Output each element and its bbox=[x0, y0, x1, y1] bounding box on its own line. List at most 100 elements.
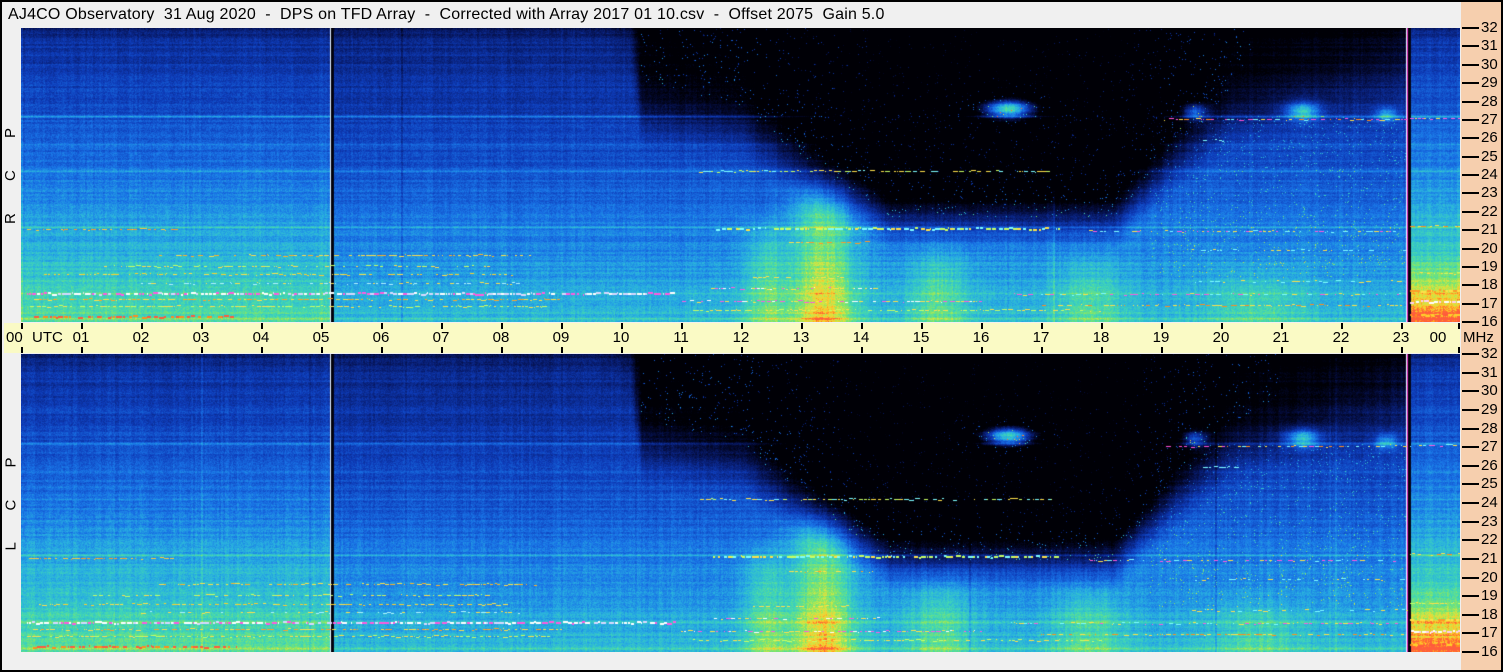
hour-tick bbox=[141, 347, 143, 353]
freq-tick-label: 19 bbox=[1481, 258, 1498, 275]
hour-tick bbox=[981, 347, 983, 353]
freq-tick bbox=[1462, 45, 1479, 47]
freq-tick bbox=[1462, 174, 1479, 176]
freq-tick-label: 21 bbox=[1481, 221, 1498, 238]
hour-label: 07 bbox=[432, 329, 450, 346]
freq-tick bbox=[1462, 192, 1479, 194]
hour-label: 23 bbox=[1392, 329, 1410, 346]
freq-tick bbox=[1462, 632, 1479, 634]
freq-tick bbox=[1462, 101, 1479, 103]
freq-tick bbox=[1462, 558, 1479, 560]
freq-tick-label: 19 bbox=[1481, 587, 1498, 604]
hour-tick bbox=[441, 347, 443, 353]
spectrogram-rcp bbox=[21, 28, 1460, 322]
freq-tick-label: 30 bbox=[1481, 382, 1498, 399]
freq-tick-label: 18 bbox=[1481, 606, 1498, 623]
hour-tick bbox=[861, 347, 863, 353]
freq-tick bbox=[1462, 614, 1479, 616]
panel-label-lcp: L C P bbox=[0, 354, 21, 652]
freq-tick-label: 22 bbox=[1481, 531, 1498, 548]
freq-tick bbox=[1462, 266, 1479, 268]
title-bar: AJ4CO Observatory 31 Aug 2020 - DPS on T… bbox=[2, 2, 1461, 27]
hour-tick bbox=[1341, 347, 1343, 353]
hour-label: 09 bbox=[552, 329, 570, 346]
hour-label: 15 bbox=[912, 329, 930, 346]
hour-label: 08 bbox=[492, 329, 510, 346]
hour-tick bbox=[1221, 347, 1223, 353]
freq-tick-label: 31 bbox=[1481, 37, 1498, 54]
freq-tick-label: 28 bbox=[1481, 93, 1498, 110]
mhz-unit-label: MHz bbox=[1463, 329, 1494, 346]
rcp-polarization-label: R C P bbox=[2, 126, 20, 224]
freq-tick-label: 29 bbox=[1481, 401, 1498, 418]
spectrogram-lcp bbox=[21, 354, 1460, 652]
freq-tick bbox=[1462, 651, 1479, 653]
freq-tick bbox=[1462, 372, 1479, 374]
freq-tick-label: 20 bbox=[1481, 240, 1498, 257]
freq-tick-label: 26 bbox=[1481, 457, 1498, 474]
hour-tick bbox=[321, 347, 323, 353]
freq-tick bbox=[1462, 483, 1479, 485]
hour-tick bbox=[561, 347, 563, 353]
freq-tick bbox=[1462, 82, 1479, 84]
hour-label: 00 bbox=[1429, 329, 1447, 346]
freq-tick-label: 17 bbox=[1481, 295, 1498, 312]
freq-tick bbox=[1462, 577, 1479, 579]
hour-tick bbox=[1401, 347, 1403, 353]
hour-tick bbox=[1458, 323, 1460, 329]
hour-label: 19 bbox=[1152, 329, 1170, 346]
utc-unit-label: UTC bbox=[32, 329, 63, 346]
hour-tick bbox=[201, 347, 203, 353]
lcp-polarization-label: L C P bbox=[2, 456, 19, 550]
hour-tick bbox=[681, 347, 683, 353]
hour-label: 18 bbox=[1092, 329, 1110, 346]
hour-label: 13 bbox=[792, 329, 810, 346]
freq-tick bbox=[1462, 119, 1479, 121]
freq-tick-label: 23 bbox=[1481, 184, 1498, 201]
freq-tick bbox=[1462, 284, 1479, 286]
hour-label: 01 bbox=[72, 329, 90, 346]
hour-label: 14 bbox=[852, 329, 870, 346]
hour-label: 21 bbox=[1272, 329, 1290, 346]
hour-label: 20 bbox=[1212, 329, 1230, 346]
freq-tick-label: 24 bbox=[1481, 494, 1498, 511]
freq-tick bbox=[1462, 321, 1479, 323]
hour-label: 16 bbox=[972, 329, 990, 346]
freq-tick bbox=[1462, 303, 1479, 305]
hour-label: 12 bbox=[732, 329, 750, 346]
hour-label: 03 bbox=[192, 329, 210, 346]
freq-tick bbox=[1462, 539, 1479, 541]
hour-label: 22 bbox=[1332, 329, 1350, 346]
hour-label: 05 bbox=[312, 329, 330, 346]
freq-tick bbox=[1462, 248, 1479, 250]
hour-tick bbox=[741, 347, 743, 353]
hour-tick bbox=[501, 347, 503, 353]
freq-tick-label: 27 bbox=[1481, 111, 1498, 128]
spectrograph-window: AJ4CO Observatory 31 Aug 2020 - DPS on T… bbox=[0, 0, 1503, 672]
freq-tick bbox=[1462, 137, 1479, 139]
hour-label: 11 bbox=[673, 329, 689, 346]
freq-tick bbox=[1462, 595, 1479, 597]
freq-tick-label: 18 bbox=[1481, 276, 1498, 293]
hour-tick bbox=[921, 347, 923, 353]
freq-tick-label: 24 bbox=[1481, 166, 1498, 183]
hour-tick bbox=[621, 347, 623, 353]
freq-tick bbox=[1462, 390, 1479, 392]
hour-tick bbox=[1161, 347, 1163, 353]
hour-tick bbox=[801, 347, 803, 353]
freq-tick bbox=[1462, 428, 1479, 430]
hour-tick bbox=[261, 347, 263, 353]
freq-tick-label: 16 bbox=[1481, 643, 1498, 660]
hour-tick bbox=[1101, 347, 1103, 353]
hour-label: 04 bbox=[252, 329, 270, 346]
freq-tick-label: 30 bbox=[1481, 56, 1498, 73]
hour-label: 02 bbox=[132, 329, 150, 346]
freq-tick-label: 21 bbox=[1481, 550, 1498, 567]
freq-tick-label: 27 bbox=[1481, 438, 1498, 455]
hour-tick bbox=[1458, 347, 1460, 353]
freq-tick bbox=[1462, 502, 1479, 504]
freq-tick-label: 32 bbox=[1481, 345, 1498, 362]
freq-tick-label: 17 bbox=[1481, 624, 1498, 641]
time-axis: 00 01 02 03 04 05 06 07 08 09 10 11 12 13 14 15 16 17 18 19… bbox=[4, 323, 1460, 353]
freq-tick-label: 22 bbox=[1481, 203, 1498, 220]
